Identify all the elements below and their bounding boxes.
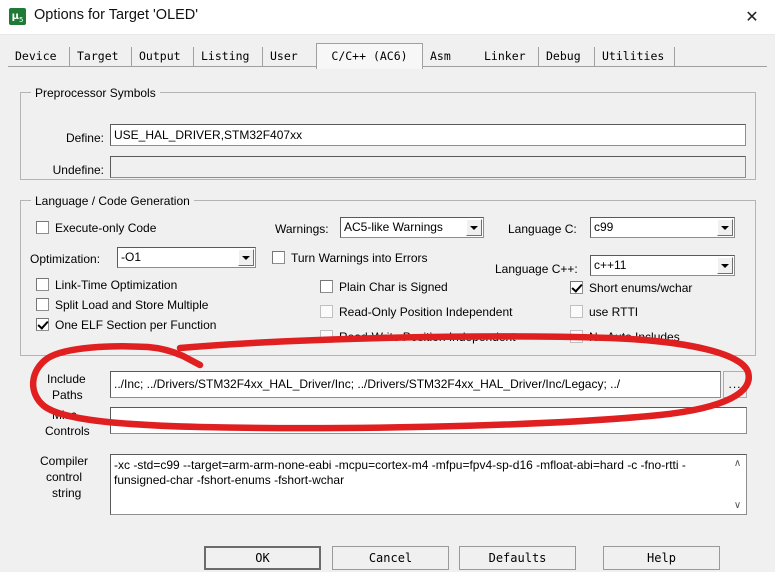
misc-controls-label-line2: Controls [45, 424, 90, 438]
checkbox-box [36, 278, 49, 291]
scroll-down-icon[interactable]: ∨ [729, 498, 746, 513]
undefine-input[interactable] [110, 156, 746, 178]
checkbox-label: use RTTI [589, 305, 639, 319]
tab-output[interactable]: Output [132, 47, 194, 66]
define-input[interactable]: USE_HAL_DRIVER,STM32F407xx [110, 124, 746, 146]
preprocessor-symbols-legend: Preprocessor Symbols [31, 86, 160, 100]
undefine-label: Undefine: [52, 163, 104, 177]
checkbox-label: Read-Write Position Independent [339, 330, 516, 344]
language-cpp-select[interactable]: c++11 [590, 255, 735, 276]
checkbox-box [570, 305, 583, 318]
checkbox-box [320, 305, 333, 318]
checkbox-no-auto-includes[interactable]: No Auto Includes [570, 330, 680, 344]
language-cpp-value: c++11 [594, 258, 627, 272]
tab-listing[interactable]: Listing [194, 47, 263, 66]
tab-utilities[interactable]: Utilities [595, 47, 675, 66]
checkbox-box [320, 280, 333, 293]
checkbox-short-enums-wchar[interactable]: Short enums/wchar [570, 281, 692, 295]
checkbox-label: Link-Time Optimization [55, 278, 178, 292]
window-title: Options for Target 'OLED' [34, 7, 199, 23]
tab-target[interactable]: Target [70, 47, 132, 66]
browse-ellipsis-label: ... [728, 376, 742, 391]
language-c-value: c99 [594, 220, 614, 234]
checkbox-split-load-and-store-multiple[interactable]: Split Load and Store Multiple [36, 298, 208, 312]
compiler-control-string-label-line3: string [52, 486, 82, 500]
ok-button[interactable]: OK [204, 546, 321, 570]
checkbox-label: One ELF Section per Function [55, 318, 217, 332]
scroll-up-icon[interactable]: ∧ [729, 456, 746, 471]
checkbox-link-time-optimization[interactable]: Link-Time Optimization [36, 278, 177, 292]
options-dialog: µ5 Options for Target 'OLED' ✕ Device Ta… [0, 0, 775, 572]
warnings-label: Warnings: [275, 222, 329, 236]
include-paths-browse-button[interactable]: ... [723, 371, 747, 398]
tab-strip: Device Target Output Listing User C/C++ … [8, 43, 767, 69]
checkbox-box [570, 330, 583, 343]
defaults-button[interactable]: Defaults [459, 546, 576, 570]
tab-linker[interactable]: Linker [477, 47, 539, 66]
language-c-label: Language C: [508, 222, 577, 236]
language-code-generation-legend: Language / Code Generation [31, 194, 194, 208]
checkbox-label: Read-Only Position Independent [339, 305, 513, 319]
optimization-select[interactable]: -O1 [117, 247, 256, 268]
compiler-control-string-label-line1: Compiler [40, 454, 89, 468]
cancel-button[interactable]: Cancel [332, 546, 449, 570]
checkbox-label: Turn Warnings into Errors [291, 251, 428, 265]
checkbox-label: Split Load and Store Multiple [55, 298, 209, 312]
define-label: Define: [65, 131, 104, 145]
checkbox-use-rtti[interactable]: use RTTI [570, 305, 638, 319]
optimization-value: -O1 [121, 250, 142, 264]
chevron-down-icon[interactable] [717, 219, 733, 236]
language-c-select[interactable]: c99 [590, 217, 735, 238]
checkbox-turn-warnings-into-errors[interactable]: Turn Warnings into Errors [272, 251, 427, 265]
language-cpp-label: Language C++: [495, 262, 578, 276]
checkbox-label: Execute-only Code [55, 221, 157, 235]
checkbox-box [36, 298, 49, 311]
checkbox-read-write-position-independent[interactable]: Read-Write Position Independent [320, 330, 516, 344]
chevron-down-icon[interactable] [717, 257, 733, 274]
compiler-control-string-label-line2: control [46, 470, 83, 484]
include-paths-label-line2: Paths [52, 388, 83, 402]
checkbox-box [36, 221, 49, 234]
include-paths-input[interactable]: ../Inc; ../Drivers/STM32F4xx_HAL_Driver/… [110, 371, 721, 398]
include-paths-label-line1: Include [47, 372, 86, 386]
checkbox-one-elf-section-per-function[interactable]: One ELF Section per Function [36, 318, 216, 332]
warnings-select[interactable]: AC5-like Warnings [340, 217, 484, 238]
warnings-value: AC5-like Warnings [344, 220, 443, 234]
checkbox-execute-only-code[interactable]: Execute-only Code [36, 221, 156, 235]
checkbox-box [320, 330, 333, 343]
close-icon[interactable]: ✕ [729, 0, 775, 33]
misc-controls-label-line1: Misc [52, 408, 77, 422]
checkbox-box [272, 251, 285, 264]
compiler-string-scrollbar[interactable]: ∧ ∨ [729, 455, 746, 514]
checkbox-label: Plain Char is Signed [339, 280, 448, 294]
tab-debug[interactable]: Debug [539, 47, 595, 66]
title-bar: µ5 Options for Target 'OLED' ✕ [0, 0, 775, 35]
checkbox-box [36, 318, 49, 331]
checkbox-read-only-position-independent[interactable]: Read-Only Position Independent [320, 305, 512, 319]
checkbox-label: Short enums/wchar [589, 281, 693, 295]
misc-controls-input[interactable] [110, 407, 747, 434]
checkbox-label: No Auto Includes [589, 330, 680, 344]
chevron-down-icon[interactable] [466, 219, 482, 236]
help-button[interactable]: Help [603, 546, 720, 570]
compiler-control-string-value: -xc -std=c99 --target=arm-arm-none-eabi … [114, 458, 686, 487]
tab-device[interactable]: Device [8, 47, 70, 66]
checkbox-box [570, 281, 583, 294]
chevron-down-icon[interactable] [238, 249, 254, 266]
compiler-control-string-textarea[interactable]: -xc -std=c99 --target=arm-arm-none-eabi … [110, 454, 747, 515]
tab-c-cpp-ac6[interactable]: C/C++ (AC6) [316, 43, 423, 69]
checkbox-plain-char-is-signed[interactable]: Plain Char is Signed [320, 280, 448, 294]
optimization-label: Optimization: [30, 252, 101, 266]
keil-uvision5-icon: µ5 [9, 8, 26, 25]
